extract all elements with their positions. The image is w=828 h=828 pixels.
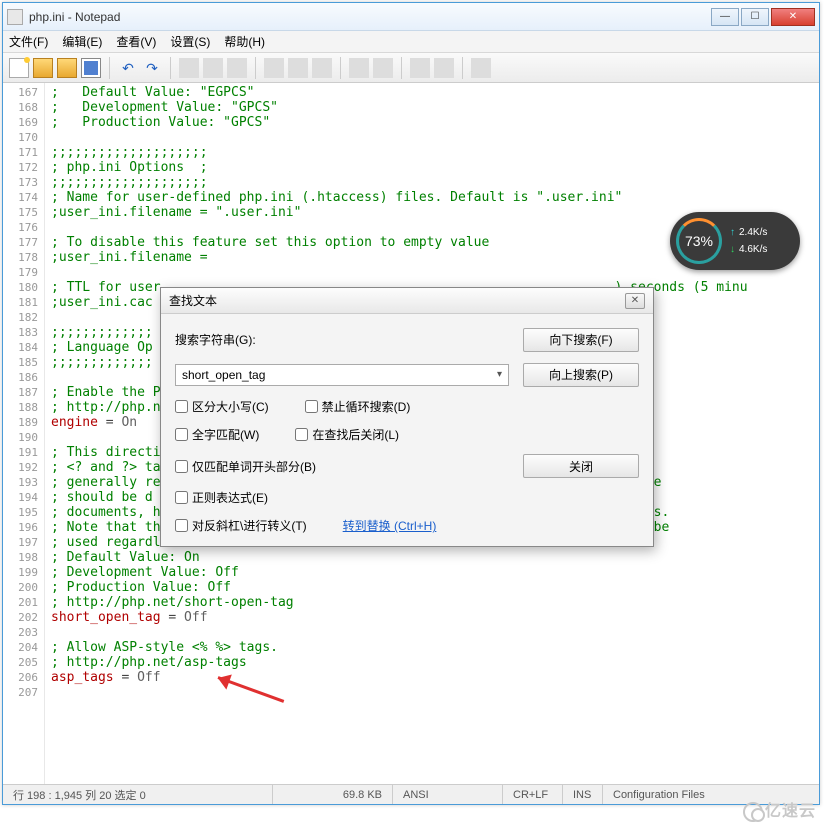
titlebar: php.ini - Notepad — ☐ ✕	[3, 3, 819, 31]
menu-help[interactable]: 帮助(H)	[224, 33, 265, 50]
net-stats: ↑ 2.4K/s ↓ 4.6K/s	[730, 227, 767, 255]
zoomin-icon[interactable]	[349, 58, 369, 78]
dialog-close-icon[interactable]: ✕	[625, 293, 645, 309]
menu-settings[interactable]: 设置(S)	[170, 33, 210, 50]
separator	[255, 57, 256, 79]
dialog-titlebar: 查找文本 ✕	[161, 288, 653, 314]
window-title: php.ini - Notepad	[29, 10, 711, 24]
separator	[170, 57, 171, 79]
watermark-logo-icon	[743, 802, 763, 822]
net-percent: 73%	[676, 218, 722, 264]
separator	[340, 57, 341, 79]
chk-escape[interactable]: 对反斜杠\进行转义(T)	[175, 517, 307, 534]
watermark: 亿速云	[743, 797, 816, 822]
tool-icon[interactable]	[434, 58, 454, 78]
new-icon[interactable]	[9, 58, 29, 78]
search-label: 搜索字符串(G):	[175, 331, 509, 348]
search-value: short_open_tag	[182, 368, 265, 382]
dialog-title: 查找文本	[169, 292, 625, 309]
goto-icon[interactable]	[312, 58, 332, 78]
maximize-button[interactable]: ☐	[741, 8, 769, 26]
paste-icon[interactable]	[227, 58, 247, 78]
chk-case[interactable]: 区分大小写(C)	[175, 398, 269, 415]
zoomout-icon[interactable]	[373, 58, 393, 78]
cut-icon[interactable]	[179, 58, 199, 78]
chk-regex[interactable]: 正则表达式(E)	[175, 489, 268, 506]
wrap-icon[interactable]	[410, 58, 430, 78]
net-down: 4.6K/s	[739, 244, 767, 255]
find-prev-button[interactable]: 向上搜索(P)	[523, 363, 639, 387]
status-position: 行 198 : 1,945 列 20 选定 0	[3, 785, 273, 804]
net-up: 2.4K/s	[739, 227, 767, 238]
arrow-up-icon: ↑	[730, 227, 735, 238]
find-dialog: 查找文本 ✕ 搜索字符串(G): 向下搜索(F) short_open_tag …	[160, 287, 654, 547]
network-widget[interactable]: 73% ↑ 2.4K/s ↓ 4.6K/s	[670, 212, 800, 270]
menu-edit[interactable]: 编辑(E)	[62, 33, 102, 50]
find-icon[interactable]	[264, 58, 284, 78]
status-size: 69.8 KB	[273, 785, 393, 804]
toolbar: ↶ ↷	[3, 53, 819, 83]
separator	[401, 57, 402, 79]
redo-icon[interactable]: ↷	[142, 58, 162, 78]
minimize-button[interactable]: —	[711, 8, 739, 26]
find-next-button[interactable]: 向下搜索(F)	[523, 328, 639, 352]
window-buttons: — ☐ ✕	[711, 8, 815, 26]
copy-icon[interactable]	[203, 58, 223, 78]
menu-view[interactable]: 查看(V)	[116, 33, 156, 50]
chk-wrap[interactable]: 禁止循环搜索(D)	[305, 398, 411, 415]
status-encoding: ANSI	[393, 785, 503, 804]
arrow-down-icon: ↓	[730, 244, 735, 255]
chk-whole[interactable]: 全字匹配(W)	[175, 426, 259, 443]
undo-icon[interactable]: ↶	[118, 58, 138, 78]
status-mode: INS	[563, 785, 603, 804]
separator	[462, 57, 463, 79]
line-gutter: 1671681691701711721731741751761771781791…	[3, 83, 45, 784]
statusbar: 行 198 : 1,945 列 20 选定 0 69.8 KB ANSI CR+…	[3, 784, 819, 804]
close-button[interactable]: ✕	[771, 8, 815, 26]
dialog-body: 搜索字符串(G): 向下搜索(F) short_open_tag ▾ 向上搜索(…	[161, 314, 653, 546]
menubar: 文件(F) 编辑(E) 查看(V) 设置(S) 帮助(H)	[3, 31, 819, 53]
close-button[interactable]: 关闭	[523, 454, 639, 478]
goto-replace-link[interactable]: 转到替换 (Ctrl+H)	[343, 517, 437, 534]
separator	[109, 57, 110, 79]
folder-icon[interactable]	[57, 58, 77, 78]
chk-wordstart[interactable]: 仅匹配单词开头部分(B)	[175, 458, 316, 475]
replace-icon[interactable]	[288, 58, 308, 78]
open-icon[interactable]	[33, 58, 53, 78]
status-eol: CR+LF	[503, 785, 563, 804]
search-input[interactable]: short_open_tag ▾	[175, 364, 509, 386]
app-icon	[7, 9, 23, 25]
dropdown-icon[interactable]: ▾	[497, 369, 502, 380]
menu-file[interactable]: 文件(F)	[9, 33, 48, 50]
exit-icon[interactable]	[471, 58, 491, 78]
save-icon[interactable]	[81, 58, 101, 78]
chk-closeafter[interactable]: 在查找后关闭(L)	[295, 426, 399, 443]
